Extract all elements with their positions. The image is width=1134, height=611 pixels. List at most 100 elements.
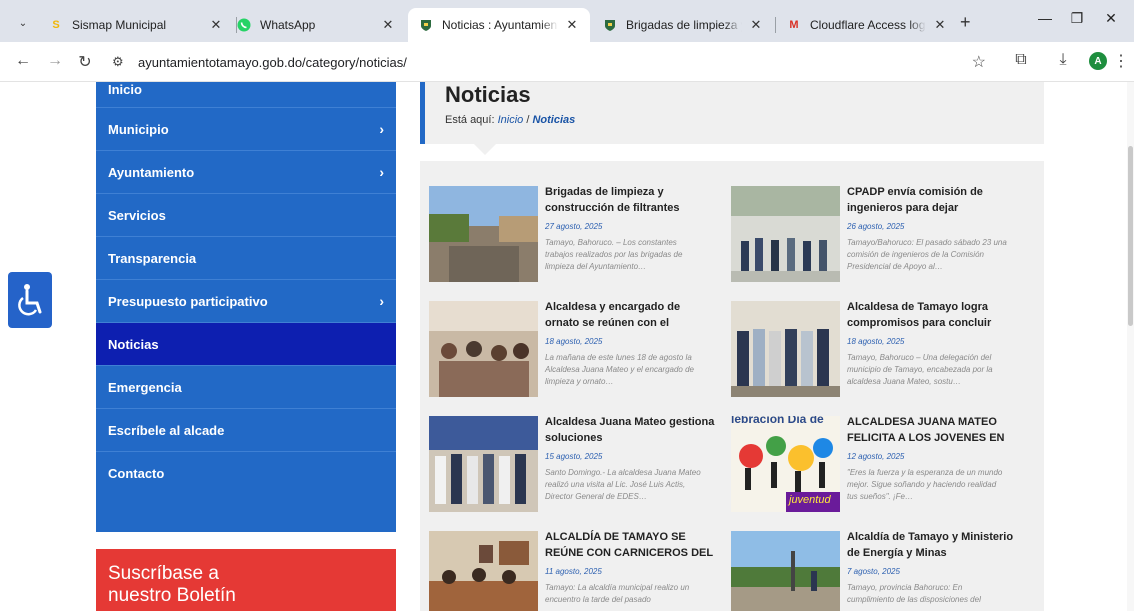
sidebar-item-contacto[interactable]: Contacto bbox=[96, 452, 396, 495]
news-post[interactable]: Alcaldesa y encargado de ornato se reúne… bbox=[429, 301, 719, 401]
news-post[interactable]: lebración Día de juventud ALCALDESA JUAN… bbox=[731, 416, 1021, 516]
extensions-icon[interactable]: ⧉ bbox=[1010, 51, 1032, 69]
tab-sismap[interactable]: S Sismap Municipal ✕ bbox=[38, 8, 234, 42]
menu-label: Escríbele al alcade bbox=[108, 422, 225, 438]
post-date: 18 agosto, 2025 bbox=[545, 337, 603, 346]
post-title[interactable]: ALCALDESA JUANA MATEO FELICITA A LOS JOV… bbox=[847, 414, 1017, 446]
menu-label: Noticias bbox=[108, 336, 159, 352]
chevron-right-icon: › bbox=[379, 293, 384, 309]
wheelchair-icon bbox=[18, 284, 42, 316]
web-page: Inicio Municipio › Ayuntamiento › Servicio… bbox=[0, 82, 1134, 611]
post-thumbnail[interactable] bbox=[429, 531, 538, 611]
sidebar-item-escribele[interactable]: Escríbele al alcade bbox=[96, 409, 396, 452]
post-title[interactable]: CPADP envía comisión de ingenieros para … bbox=[847, 184, 1017, 216]
forward-icon[interactable]: → bbox=[44, 52, 66, 70]
tab-cloudflare[interactable]: M Cloudflare Access login code ✕ bbox=[776, 8, 958, 42]
post-date: 27 agosto, 2025 bbox=[545, 222, 603, 231]
post-title[interactable]: Alcaldesa y encargado de ornato se reúne… bbox=[545, 299, 715, 331]
newsletter-title-line1: Suscríbase a bbox=[108, 563, 219, 584]
post-excerpt: Santo Domingo.- La alcaldesa Juana Mateo… bbox=[545, 468, 701, 501]
post-excerpt: Tamayo: La alcaldía municipal realizo un… bbox=[545, 583, 690, 604]
window-close-icon[interactable]: ✕ bbox=[1096, 10, 1126, 27]
main-content: Noticias Está aquí: Inicio / Noticias Br… bbox=[420, 82, 1044, 611]
sidebar-item-ayuntamiento[interactable]: Ayuntamiento › bbox=[96, 151, 396, 194]
tab-brigadas[interactable]: Brigadas de limpieza y construcción ✕ bbox=[592, 8, 774, 42]
minimize-icon[interactable]: — bbox=[1030, 10, 1060, 26]
page-title: Noticias bbox=[445, 82, 531, 107]
sidebar-item-noticias[interactable]: Noticias bbox=[96, 323, 396, 366]
close-icon[interactable]: ✕ bbox=[208, 17, 224, 33]
post-title[interactable]: Alcaldesa de Tamayo logra compromisos pa… bbox=[847, 299, 1017, 331]
post-excerpt: Tamayo, provincia Bahoruco: En cumplimie… bbox=[847, 583, 981, 604]
post-thumbnail[interactable] bbox=[429, 186, 538, 282]
scrollbar-thumb[interactable] bbox=[1128, 146, 1133, 326]
sidebar-item-inicio[interactable]: Inicio bbox=[96, 82, 396, 108]
crest-favicon-icon bbox=[602, 17, 618, 33]
post-excerpt: Tamayo, Bahoruco. – Los constantes traba… bbox=[545, 238, 683, 271]
close-icon[interactable]: ✕ bbox=[564, 17, 580, 33]
sidebar-item-presupuesto[interactable]: Presupuesto participativo › bbox=[96, 280, 396, 323]
address-bar[interactable]: ⚙ ayuntamientotamayo.gob.do/category/not… bbox=[100, 48, 1000, 76]
menu-label: Municipio bbox=[108, 121, 169, 137]
post-date: 12 agosto, 2025 bbox=[847, 452, 905, 461]
profile-avatar[interactable]: A bbox=[1089, 52, 1107, 70]
news-post[interactable]: ALCALDÍA DE TAMAYO SE REÚNE CON CARNICER… bbox=[429, 531, 719, 611]
restore-icon[interactable]: ❐ bbox=[1062, 10, 1092, 27]
post-title[interactable]: Alcaldía de Tamayo y Ministerio de Energ… bbox=[847, 529, 1017, 561]
post-excerpt: Tamayo, Bahoruco – Una delegación del mu… bbox=[847, 353, 993, 386]
menu-label: Servicios bbox=[108, 207, 166, 223]
close-icon[interactable]: ✕ bbox=[748, 17, 764, 33]
news-post[interactable]: Brigadas de limpieza y construcción de f… bbox=[429, 186, 719, 286]
gmail-icon: M bbox=[789, 19, 799, 31]
tab-title: Cloudflare Access login code bbox=[810, 18, 926, 32]
download-icon[interactable]: ⤓ bbox=[1052, 51, 1074, 69]
post-thumbnail[interactable] bbox=[429, 416, 538, 512]
bookmark-star-icon[interactable]: ☆ bbox=[972, 52, 986, 72]
post-thumbnail[interactable] bbox=[731, 301, 840, 397]
reload-icon[interactable]: ↻ bbox=[74, 52, 96, 72]
menu-label: Transparencia bbox=[108, 250, 197, 266]
accessibility-button[interactable] bbox=[8, 272, 52, 328]
browser-tab-bar: ⌄ S Sismap Municipal ✕ WhatsApp ✕ Notici… bbox=[0, 0, 1134, 42]
post-date: 7 agosto, 2025 bbox=[847, 567, 900, 576]
tab-search-button[interactable]: ⌄ bbox=[10, 10, 36, 36]
heading-pointer bbox=[474, 144, 496, 155]
post-thumbnail[interactable] bbox=[429, 301, 538, 397]
post-title[interactable]: Alcaldesa Juana Mateo gestiona solucione… bbox=[545, 414, 715, 446]
back-icon[interactable]: ← bbox=[12, 52, 34, 70]
breadcrumb-home-link[interactable]: Inicio bbox=[498, 114, 524, 126]
post-thumbnail[interactable] bbox=[731, 531, 840, 611]
newsletter-title-line2: nuestro Boletín bbox=[108, 585, 236, 606]
whatsapp-icon bbox=[236, 17, 252, 33]
menu-label: Ayuntamiento bbox=[108, 164, 195, 180]
site-info-icon[interactable]: ⚙ bbox=[112, 54, 132, 70]
post-date: 11 agosto, 2025 bbox=[545, 567, 602, 576]
menu-label: Contacto bbox=[108, 466, 165, 481]
news-post[interactable]: CPADP envía comisión de ingenieros para … bbox=[731, 186, 1021, 286]
chevron-down-icon: ⌄ bbox=[18, 17, 28, 29]
sidebar-item-emergencia[interactable]: Emergencia bbox=[96, 366, 396, 409]
news-post[interactable]: Alcaldesa de Tamayo logra compromisos pa… bbox=[731, 301, 1021, 401]
sidebar-item-transparencia[interactable]: Transparencia bbox=[96, 237, 396, 280]
news-post[interactable]: Alcaldesa Juana Mateo gestiona solucione… bbox=[429, 416, 719, 516]
tab-whatsapp[interactable]: WhatsApp ✕ bbox=[226, 8, 406, 42]
poster-caption: juventud bbox=[789, 494, 831, 506]
sidebar-item-servicios[interactable]: Servicios bbox=[96, 194, 396, 237]
post-thumbnail[interactable] bbox=[731, 186, 840, 282]
breadcrumb-current: Noticias bbox=[532, 114, 576, 126]
newsletter-box: Suscríbase a nuestro Boletín bbox=[96, 549, 396, 611]
tab-title: Noticias : Ayuntamiento de Tamayo bbox=[442, 18, 558, 32]
new-tab-button[interactable]: + bbox=[960, 12, 971, 33]
close-icon[interactable]: ✕ bbox=[380, 17, 396, 33]
page-heading: Noticias Está aquí: Inicio / Noticias bbox=[420, 82, 1044, 144]
sidebar-item-municipio[interactable]: Municipio › bbox=[96, 108, 396, 151]
sismap-favicon-icon: S bbox=[52, 19, 60, 31]
post-thumbnail[interactable]: lebración Día de juventud bbox=[731, 416, 840, 512]
menu-kebab-icon[interactable]: ⋮ bbox=[1110, 51, 1132, 71]
post-title[interactable]: ALCALDÍA DE TAMAYO SE REÚNE CON CARNICER… bbox=[545, 529, 715, 561]
news-post[interactable]: Alcaldía de Tamayo y Ministerio de Energ… bbox=[731, 531, 1021, 611]
post-title[interactable]: Brigadas de limpieza y construcción de f… bbox=[545, 184, 715, 216]
post-excerpt: La mañana de este lunes 18 de agosto la … bbox=[545, 353, 694, 386]
close-icon[interactable]: ✕ bbox=[932, 17, 948, 33]
tab-noticias[interactable]: Noticias : Ayuntamiento de Tamayo ✕ bbox=[408, 8, 590, 42]
